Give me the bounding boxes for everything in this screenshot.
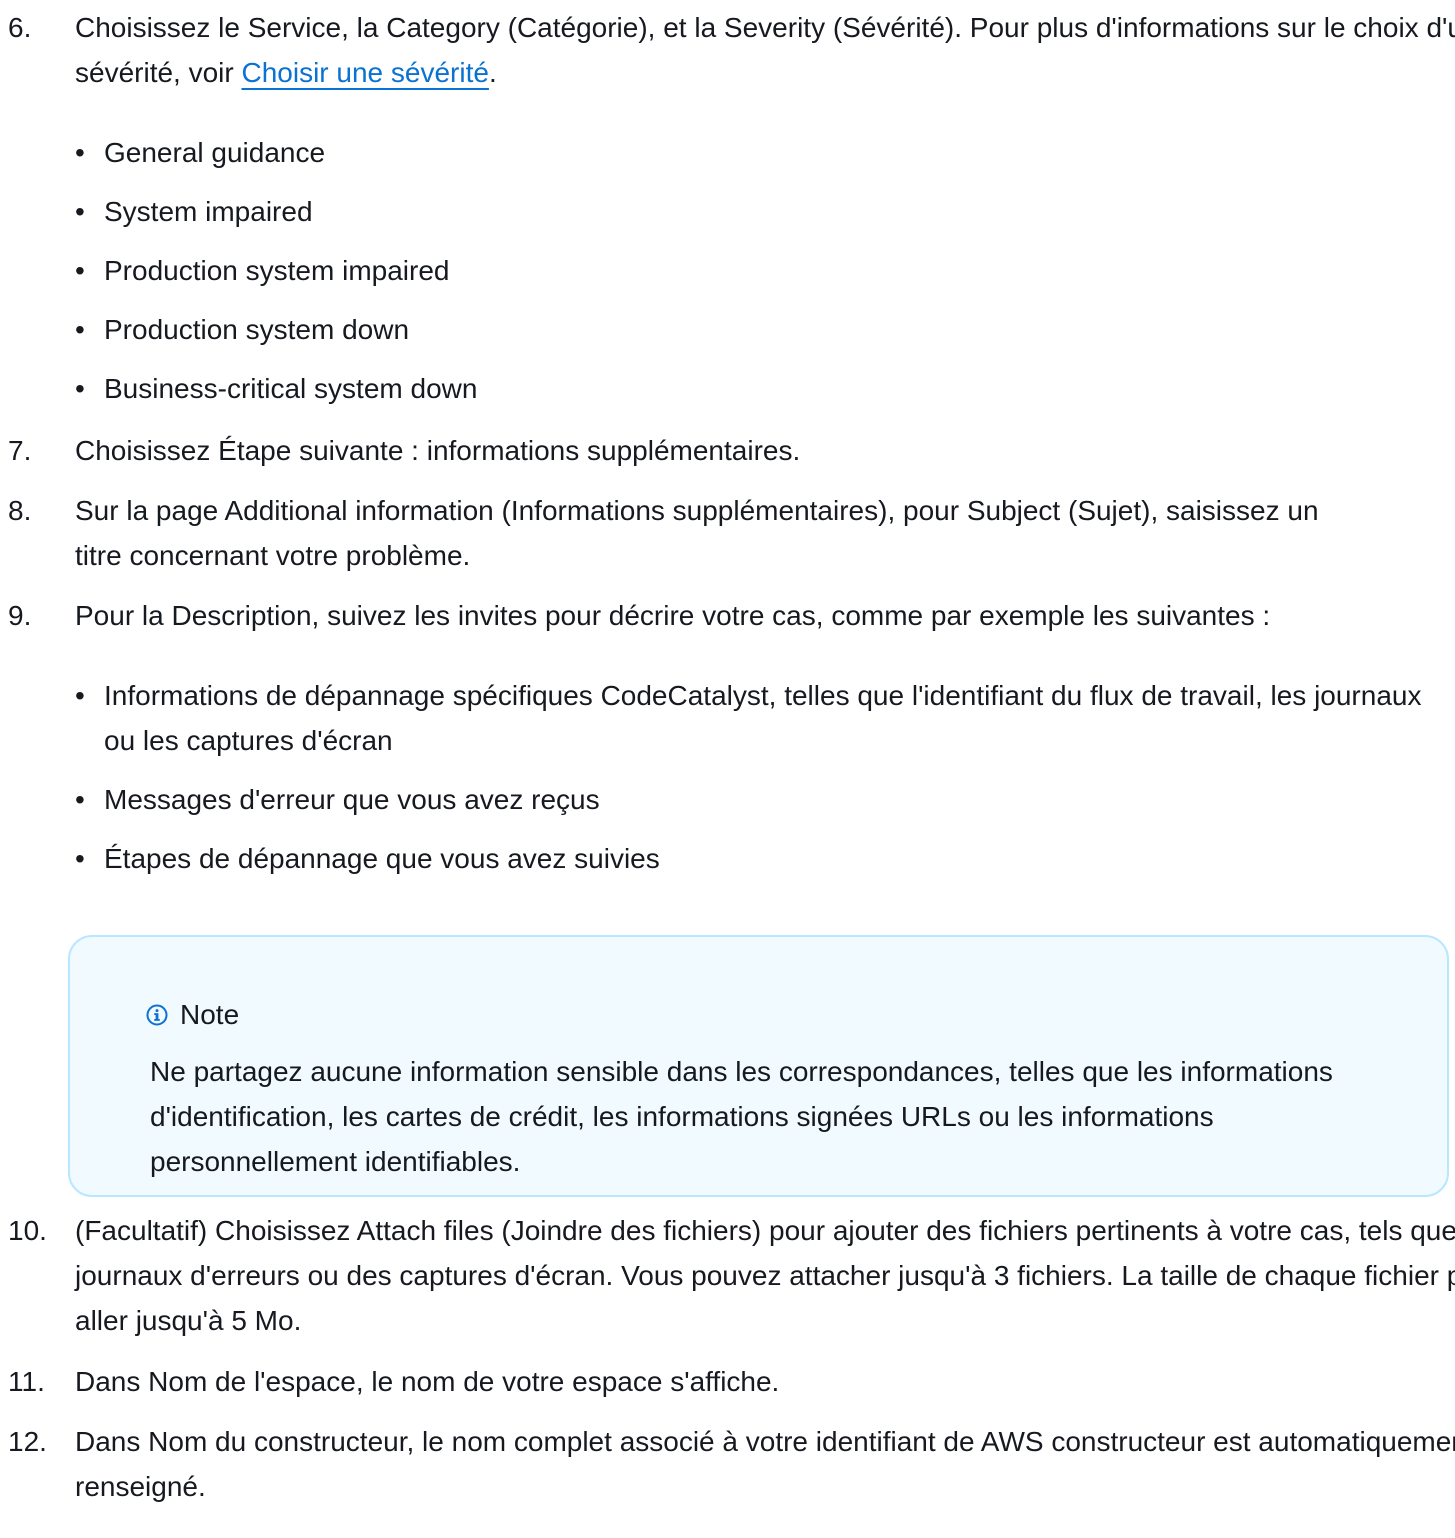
step-6: 6. Choisissez le Service, la Category (C… [0,5,1455,95]
list-item: • Informations de dépannage spécifiques C… [75,673,1445,763]
bullet-icon: • [75,843,85,874]
description-list: • Informations de dépannage spécifiques C… [75,673,1445,881]
note-body: Ne partagez aucune information sensible … [150,1056,1333,1177]
step-text: Pour la Description, suivez les invites … [75,600,1271,631]
step-number: 6. [8,12,32,43]
step-text: Choisissez Étape suivante : informations… [75,435,801,466]
note-callout: Note Ne partagez aucune information sens… [68,935,1449,1197]
info-icon [146,1004,168,1025]
step-text-after-link: . [488,57,497,88]
bullet-icon: • [75,137,85,168]
step-10: 10. (Facultatif) Choisissez Attach files… [0,1208,1455,1343]
step-text: Choisissez le Service, la Category (Caté… [75,5,1455,95]
step-9: 9. Pour la Description, suivez les invit… [0,593,1455,638]
step-text: Dans Nom de l'espace, le nom de votre es… [75,1366,780,1397]
bullet-icon: • [75,373,85,404]
step-number: 12. [8,1426,47,1457]
note-title: Note [180,999,240,1030]
list-item: • Business-critical system down [75,366,477,411]
step-text: Dans Nom du constructeur, le nom complet… [75,1426,1455,1502]
list-item: • Production system impaired [75,248,477,293]
step-text: (Facultatif) Choisissez Attach files (Jo… [75,1215,1455,1336]
step-number: 8. [8,495,32,526]
step-11: 11. Dans Nom de l'espace, le nom de votr… [0,1359,1455,1404]
bullet-icon: • [75,255,85,286]
severity-list: • General guidance • System impaired • Prod… [75,130,477,411]
step-12: 12. Dans Nom du constructeur, le nom com… [0,1419,1455,1509]
step-number: 11. [8,1366,45,1397]
step-text: Sur la page Additional information (Info… [75,495,1319,571]
bullet-icon: • [75,784,85,815]
list-item: • General guidance [75,130,477,175]
step-number: 10. [8,1215,47,1246]
bullet-icon: • [75,196,85,227]
bullet-icon: • [75,680,85,711]
step-7: 7. Choisissez Étape suivante : informati… [0,428,1455,473]
list-item: • Messages d'erreur que vous avez reçus [75,777,1445,822]
step-8: 8. Sur la page Additional information (I… [0,488,1375,578]
list-item: • Étapes de dépannage que vous avez suivi… [75,836,1445,881]
step-number: 9. [8,600,32,631]
note-header: Note [146,992,239,1037]
list-item: • System impaired [75,189,477,234]
bullet-icon: • [75,314,85,345]
list-item: • Production system down [75,307,477,352]
step-number: 7. [8,435,32,466]
choose-severity-link[interactable]: Choisir une sévérité [242,57,489,88]
